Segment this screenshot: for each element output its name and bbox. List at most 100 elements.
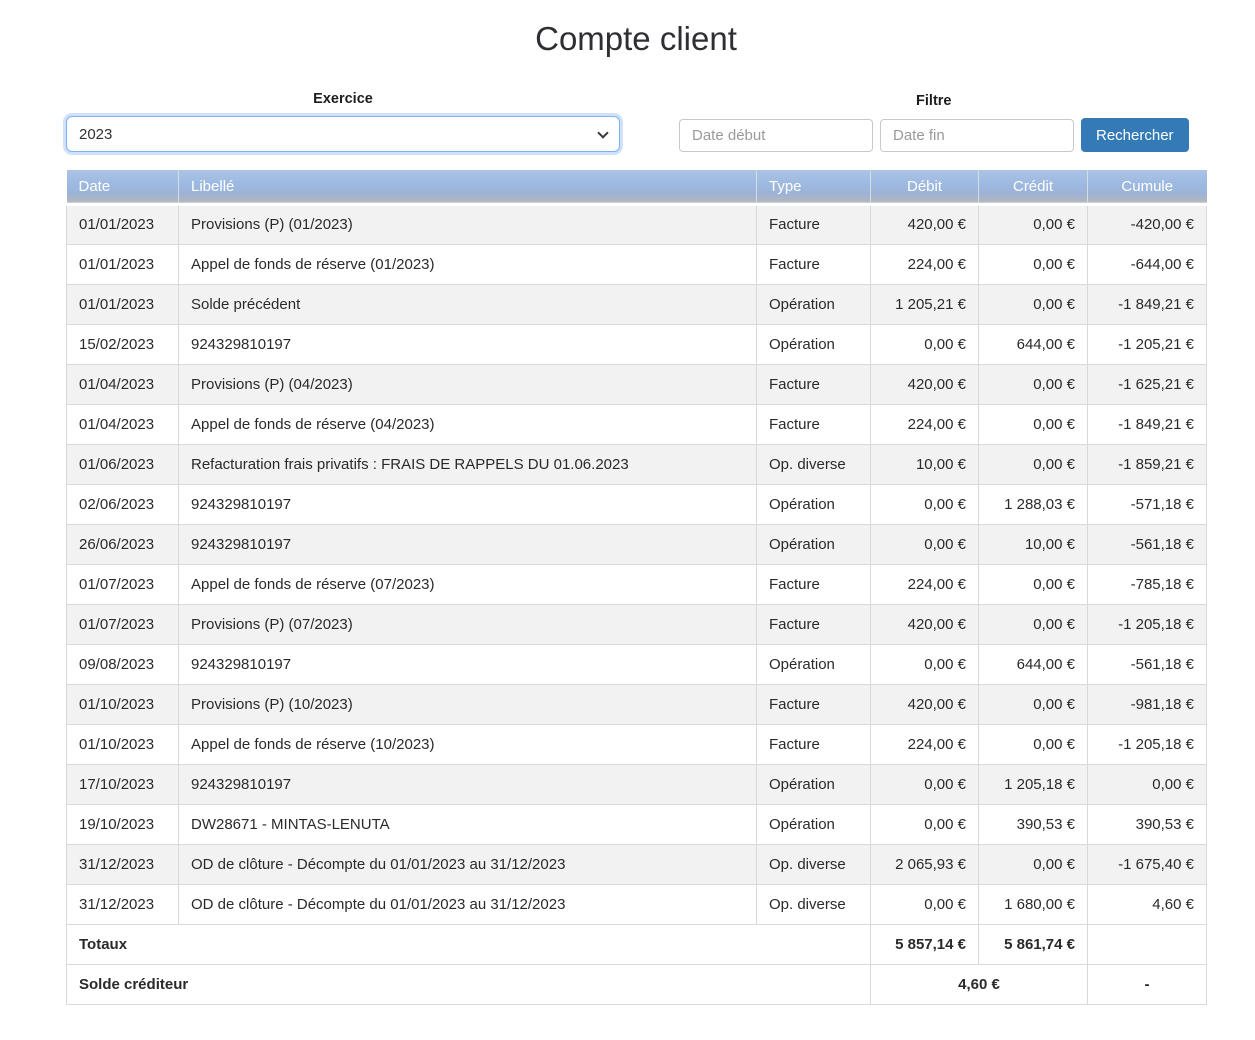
column-header-credit: Crédit (979, 170, 1088, 204)
page-container: Compte client Exercice 2023 Filtre Reche… (66, 20, 1206, 1005)
cell-debit: 0,00 € (871, 884, 979, 924)
cell-date: 01/01/2023 (67, 204, 179, 244)
totals-credit: 5 861,74 € (979, 924, 1088, 964)
cell-cumule: -561,18 € (1088, 644, 1207, 684)
cell-debit: 420,00 € (871, 204, 979, 244)
cell-cumule: -1 625,21 € (1088, 364, 1207, 404)
table-row: 19/10/2023 DW28671 - MINTAS-LENUTA Opéra… (67, 804, 1207, 844)
cell-date: 31/12/2023 (67, 844, 179, 884)
cell-cumule: -785,18 € (1088, 564, 1207, 604)
cell-libelle: 924329810197 (179, 324, 757, 364)
cell-date: 31/12/2023 (67, 884, 179, 924)
cell-credit: 0,00 € (979, 244, 1088, 284)
cell-credit: 0,00 € (979, 724, 1088, 764)
cell-libelle: Appel de fonds de réserve (01/2023) (179, 244, 757, 284)
cell-libelle: 924329810197 (179, 524, 757, 564)
cell-debit: 420,00 € (871, 604, 979, 644)
cell-credit: 644,00 € (979, 644, 1088, 684)
cell-type: Facture (757, 684, 871, 724)
column-header-cumule: Cumule (1088, 170, 1207, 204)
exercice-select[interactable]: 2023 (66, 116, 620, 152)
cell-libelle: Solde précédent (179, 284, 757, 324)
search-button[interactable]: Rechercher (1081, 118, 1189, 152)
account-table: Date Libellé Type Débit Crédit Cumule 01… (66, 170, 1207, 1005)
cell-libelle: Provisions (P) (07/2023) (179, 604, 757, 644)
cell-debit: 0,00 € (871, 484, 979, 524)
cell-libelle: DW28671 - MINTAS-LENUTA (179, 804, 757, 844)
cell-type: Facture (757, 244, 871, 284)
cell-cumule: 0,00 € (1088, 764, 1207, 804)
cell-date: 01/07/2023 (67, 564, 179, 604)
table-row: 01/06/2023 Refacturation frais privatifs… (67, 444, 1207, 484)
cell-cumule: 390,53 € (1088, 804, 1207, 844)
cell-date: 19/10/2023 (67, 804, 179, 844)
table-row: 26/06/2023 924329810197 Opération 0,00 €… (67, 524, 1207, 564)
cell-date: 01/04/2023 (67, 364, 179, 404)
cell-date: 01/04/2023 (67, 404, 179, 444)
cell-date: 01/01/2023 (67, 284, 179, 324)
table-row: 01/07/2023 Appel de fonds de réserve (07… (67, 564, 1207, 604)
cell-debit: 2 065,93 € (871, 844, 979, 884)
cell-credit: 0,00 € (979, 844, 1088, 884)
filtre-group: Filtre Rechercher (679, 93, 1189, 152)
exercice-select-wrap: 2023 (66, 116, 620, 152)
cell-credit: 10,00 € (979, 524, 1088, 564)
cell-debit: 0,00 € (871, 644, 979, 684)
cell-debit: 0,00 € (871, 524, 979, 564)
table-header: Date Libellé Type Débit Crédit Cumule (67, 170, 1207, 204)
cell-type: Opération (757, 804, 871, 844)
cell-type: Opération (757, 284, 871, 324)
cell-credit: 390,53 € (979, 804, 1088, 844)
cell-libelle: OD de clôture - Décompte du 01/01/2023 a… (179, 884, 757, 924)
cell-type: Op. diverse (757, 884, 871, 924)
cell-date: 02/06/2023 (67, 484, 179, 524)
cell-debit: 224,00 € (871, 244, 979, 284)
cell-type: Opération (757, 644, 871, 684)
solde-label: Solde créditeur (67, 964, 871, 1004)
cell-debit: 0,00 € (871, 324, 979, 364)
cell-cumule: -561,18 € (1088, 524, 1207, 564)
solde-row: Solde créditeur 4,60 € - (67, 964, 1207, 1004)
cell-credit: 0,00 € (979, 284, 1088, 324)
cell-debit: 1 205,21 € (871, 284, 979, 324)
cell-debit: 10,00 € (871, 444, 979, 484)
cell-cumule: -1 859,21 € (1088, 444, 1207, 484)
cell-type: Facture (757, 204, 871, 244)
cell-libelle: Appel de fonds de réserve (04/2023) (179, 404, 757, 444)
cell-type: Op. diverse (757, 844, 871, 884)
solde-cumule-dash: - (1088, 964, 1207, 1004)
column-header-libelle: Libellé (179, 170, 757, 204)
cell-cumule: 4,60 € (1088, 884, 1207, 924)
cell-debit: 224,00 € (871, 404, 979, 444)
table-row: 31/12/2023 OD de clôture - Décompte du 0… (67, 844, 1207, 884)
cell-type: Facture (757, 364, 871, 404)
cell-libelle: Refacturation frais privatifs : FRAIS DE… (179, 444, 757, 484)
table-row: 01/10/2023 Appel de fonds de réserve (10… (67, 724, 1207, 764)
cell-cumule: -981,18 € (1088, 684, 1207, 724)
cell-libelle: Appel de fonds de réserve (07/2023) (179, 564, 757, 604)
cell-libelle: Provisions (P) (01/2023) (179, 204, 757, 244)
cell-date: 15/02/2023 (67, 324, 179, 364)
cell-cumule: -1 205,21 € (1088, 324, 1207, 364)
cell-debit: 224,00 € (871, 724, 979, 764)
cell-libelle: Provisions (P) (10/2023) (179, 684, 757, 724)
table-row: 09/08/2023 924329810197 Opération 0,00 €… (67, 644, 1207, 684)
table-row: 01/01/2023 Appel de fonds de réserve (01… (67, 244, 1207, 284)
cell-credit: 0,00 € (979, 604, 1088, 644)
cell-cumule: -1 849,21 € (1088, 404, 1207, 444)
cell-type: Facture (757, 604, 871, 644)
date-debut-input[interactable] (679, 119, 873, 152)
totals-cumule (1088, 924, 1207, 964)
cell-date: 01/10/2023 (67, 724, 179, 764)
cell-cumule: -1 205,18 € (1088, 724, 1207, 764)
cell-debit: 0,00 € (871, 764, 979, 804)
totals-row: Totaux 5 857,14 € 5 861,74 € (67, 924, 1207, 964)
column-header-type: Type (757, 170, 871, 204)
cell-credit: 0,00 € (979, 404, 1088, 444)
table-row: 01/01/2023 Solde précédent Opération 1 2… (67, 284, 1207, 324)
column-header-date: Date (67, 170, 179, 204)
cell-date: 09/08/2023 (67, 644, 179, 684)
cell-type: Facture (757, 724, 871, 764)
date-fin-input[interactable] (880, 119, 1074, 152)
cell-credit: 1 205,18 € (979, 764, 1088, 804)
